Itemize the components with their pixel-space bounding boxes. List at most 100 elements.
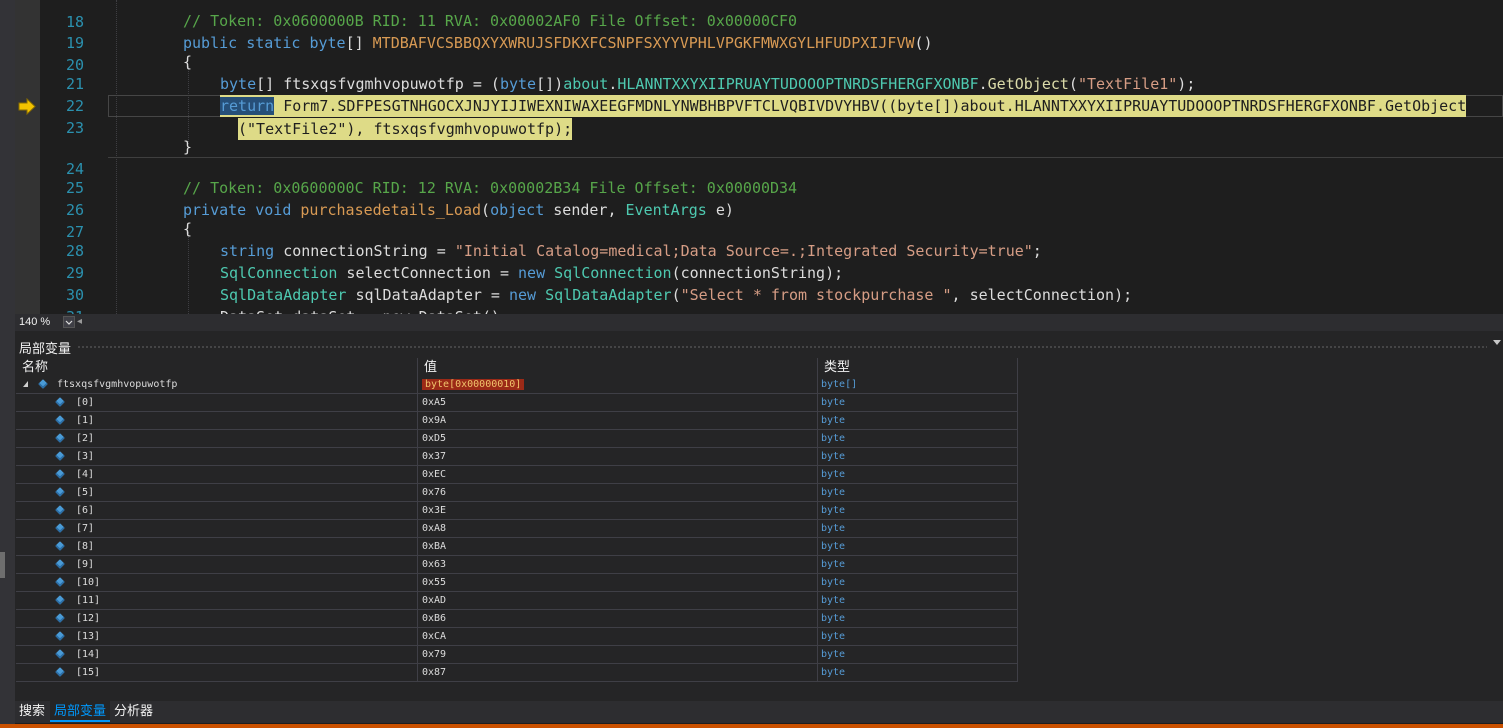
code-string: "Initial Catalog=medical;Data Source=.;I…	[454, 242, 1033, 260]
class-name[interactable]: SqlDataAdapter	[545, 286, 671, 304]
code-text: sender,	[544, 201, 626, 219]
code-text: ;	[1032, 242, 1042, 260]
element-value[interactable]: 0x9A	[418, 412, 818, 429]
element-type: byte	[818, 502, 1018, 519]
variable-icon	[55, 523, 65, 533]
code-text: [])	[536, 75, 564, 93]
element-type: byte	[818, 412, 1018, 429]
code-text: e)	[706, 201, 734, 219]
class-name[interactable]: SqlDataAdapter	[220, 286, 346, 304]
array-element-row[interactable]: [6] 0x3E byte	[16, 502, 1018, 520]
code-keyword: new	[518, 264, 546, 282]
element-index: [15]	[76, 667, 101, 678]
element-type: byte	[818, 448, 1018, 465]
column-header-value[interactable]: 值	[418, 358, 818, 376]
tab-locals[interactable]: 局部变量	[50, 701, 111, 722]
variable-icon	[55, 577, 65, 587]
element-value[interactable]: 0x79	[418, 646, 818, 663]
code-text: Form7.SDFPESGTNHGOCXJNJYIJIWEXNIWAXEEGFM…	[274, 97, 1467, 115]
class-name[interactable]: SqlConnection	[554, 264, 671, 282]
array-element-row[interactable]: [10] 0x55 byte	[16, 574, 1018, 592]
element-value[interactable]: 0x3E	[418, 502, 818, 519]
code-line: 21 {	[40, 51, 1503, 93]
tool-window-tabs: 搜索 局部变量 分析器	[15, 701, 1503, 723]
method-name[interactable]: purchasedetails_Load	[300, 201, 481, 219]
array-element-row[interactable]: [11] 0xAD byte	[16, 592, 1018, 610]
tool-strip-handle[interactable]	[0, 552, 5, 578]
variable-value[interactable]: byte[0x00000010]	[422, 379, 525, 390]
code-text: [] ftsxqsfvgmhvopuwotfp = (	[256, 75, 500, 93]
element-index: [9]	[76, 559, 95, 570]
code-editor[interactable]: 18 19 // Token: 0x0600000B RID: 11 RVA: …	[0, 0, 1503, 314]
glyph-margin[interactable]	[15, 0, 40, 314]
array-element-row[interactable]: [15] 0x87 byte	[16, 664, 1018, 682]
variable-icon	[55, 541, 65, 551]
element-index: [8]	[76, 541, 95, 552]
variable-row[interactable]: ftsxqsfvgmhvopuwotfp byte[0x00000010] by…	[16, 376, 1018, 394]
element-index: [7]	[76, 523, 95, 534]
class-name[interactable]: SqlConnection	[220, 264, 337, 282]
tab-search[interactable]: 搜索	[15, 701, 49, 722]
column-header-type[interactable]: 类型	[818, 358, 1018, 376]
title-grip[interactable]	[77, 345, 1487, 350]
element-value[interactable]: 0xAD	[418, 592, 818, 609]
code-keyword-selected[interactable]: return	[220, 97, 275, 115]
current-statement-arrow-icon	[18, 98, 36, 115]
variable-icon	[55, 469, 65, 479]
element-value[interactable]: 0x55	[418, 574, 818, 591]
zoom-level[interactable]: 140 %	[19, 316, 50, 328]
tab-analyzer[interactable]: 分析器	[110, 701, 157, 722]
scroll-left-icon[interactable]: ◂	[77, 316, 82, 327]
variable-icon	[55, 613, 65, 623]
zoom-dropdown-button[interactable]	[63, 316, 75, 328]
code-line: 32 DataSet dataSet = new DataSet();	[40, 306, 1503, 314]
array-element-row[interactable]: [0] 0xA5 byte	[16, 394, 1018, 412]
element-value[interactable]: 0xEC	[418, 466, 818, 483]
element-value[interactable]: 0xB6	[418, 610, 818, 627]
variable-icon	[55, 487, 65, 497]
method-name[interactable]: MTDBAFVCSBBQXYXWRUJSFDKXFCSNPFSXYYVPHLVP…	[373, 34, 915, 52]
array-element-row[interactable]: [1] 0x9A byte	[16, 412, 1018, 430]
array-element-row[interactable]: [2] 0xD5 byte	[16, 430, 1018, 448]
code-text: {	[183, 53, 193, 71]
element-value[interactable]: 0x76	[418, 484, 818, 501]
element-index: [2]	[76, 433, 95, 444]
element-value[interactable]: 0x63	[418, 556, 818, 573]
class-name[interactable]: about	[563, 75, 608, 93]
expand-triangle-icon[interactable]	[23, 381, 28, 387]
element-value[interactable]: 0xBA	[418, 538, 818, 555]
window-menu-icon[interactable]	[1493, 340, 1501, 345]
variable-icon	[38, 379, 48, 389]
variable-icon	[55, 559, 65, 569]
element-value[interactable]: 0x87	[418, 664, 818, 681]
element-value[interactable]: 0xA8	[418, 520, 818, 537]
array-element-row[interactable]: [5] 0x76 byte	[16, 484, 1018, 502]
method-name[interactable]: GetObject	[988, 75, 1069, 93]
class-name[interactable]: EventArgs	[626, 201, 707, 219]
array-element-row[interactable]: [3] 0x37 byte	[16, 448, 1018, 466]
array-element-row[interactable]: [4] 0xEC byte	[16, 466, 1018, 484]
code-text: .	[978, 75, 988, 93]
code-text: (connectionString);	[671, 264, 844, 282]
element-value[interactable]: 0xD5	[418, 430, 818, 447]
element-value[interactable]: 0xCA	[418, 628, 818, 645]
variable-name: ftsxqsfvgmhvopuwotfp	[57, 379, 178, 390]
element-type: byte	[818, 664, 1018, 681]
class-name[interactable]: HLANNTXXYXIIPRUAYTUDOOOPTNRDSFHERGFXONBF	[617, 75, 978, 93]
array-element-row[interactable]: [12] 0xB6 byte	[16, 610, 1018, 628]
element-type: byte	[818, 394, 1018, 411]
element-type: byte	[818, 538, 1018, 555]
element-type: byte	[818, 484, 1018, 501]
array-element-row[interactable]: [8] 0xBA byte	[16, 538, 1018, 556]
element-value[interactable]: 0x37	[418, 448, 818, 465]
array-element-row[interactable]: [13] 0xCA byte	[16, 628, 1018, 646]
column-header-name[interactable]: 名称	[16, 358, 418, 376]
array-element-row[interactable]: [7] 0xA8 byte	[16, 520, 1018, 538]
element-index: [6]	[76, 505, 95, 516]
element-value[interactable]: 0xA5	[418, 394, 818, 411]
array-element-row[interactable]: [9] 0x63 byte	[16, 556, 1018, 574]
code-text: );	[1177, 75, 1196, 93]
array-element-row[interactable]: [14] 0x79 byte	[16, 646, 1018, 664]
variable-icon	[55, 397, 65, 407]
